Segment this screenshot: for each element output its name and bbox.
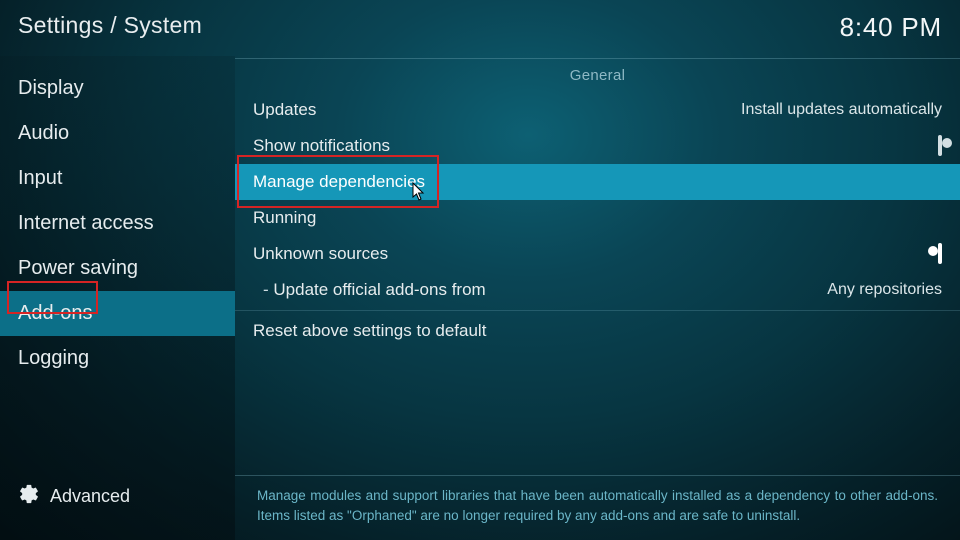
row-updates-label: Updates — [253, 100, 741, 120]
row-manage-dependencies-label: Manage dependencies — [253, 172, 942, 192]
row-unknown-sources[interactable]: Unknown sources — [235, 236, 960, 272]
content-panel: General Updates Install updates automati… — [235, 56, 960, 540]
row-show-notifications-label: Show notifications — [253, 136, 938, 156]
sidebar-item-internet-access[interactable]: Internet access — [0, 201, 235, 246]
breadcrumb: Settings / System — [18, 12, 202, 39]
row-unknown-sources-label: Unknown sources — [253, 244, 938, 264]
row-running[interactable]: Running — [235, 200, 960, 236]
row-show-notifications[interactable]: Show notifications — [235, 128, 960, 164]
sidebar-item-logging[interactable]: Logging — [0, 336, 235, 381]
row-updates[interactable]: Updates Install updates automatically — [235, 92, 960, 128]
section-header-general: General — [235, 59, 960, 92]
sidebar-item-display[interactable]: Display — [0, 66, 235, 111]
row-manage-dependencies[interactable]: Manage dependencies — [235, 164, 960, 200]
settings-level-button[interactable]: Advanced — [0, 465, 235, 540]
row-running-label: Running — [253, 208, 942, 228]
sidebar: Display Audio Input Internet access Powe… — [0, 56, 235, 540]
sidebar-item-input[interactable]: Input — [0, 156, 235, 201]
row-update-official-label: Update official add-ons from — [253, 280, 827, 300]
row-updates-value: Install updates automatically — [741, 101, 942, 119]
row-update-official-value: Any repositories — [827, 281, 942, 299]
row-reset-defaults[interactable]: Reset above settings to default — [235, 313, 960, 349]
sidebar-item-add-ons[interactable]: Add-ons — [0, 291, 235, 336]
gear-icon — [18, 483, 40, 510]
row-update-official[interactable]: Update official add-ons from Any reposit… — [235, 272, 960, 308]
row-reset-defaults-label: Reset above settings to default — [253, 321, 942, 341]
clock: 8:40 PM — [840, 12, 942, 43]
settings-level-label: Advanced — [50, 486, 130, 507]
sidebar-item-power-saving[interactable]: Power saving — [0, 246, 235, 291]
toggle-unknown-sources[interactable] — [938, 245, 942, 263]
help-text: Manage modules and support libraries tha… — [235, 475, 960, 540]
sidebar-item-audio[interactable]: Audio — [0, 111, 235, 156]
toggle-show-notifications[interactable] — [938, 137, 942, 155]
